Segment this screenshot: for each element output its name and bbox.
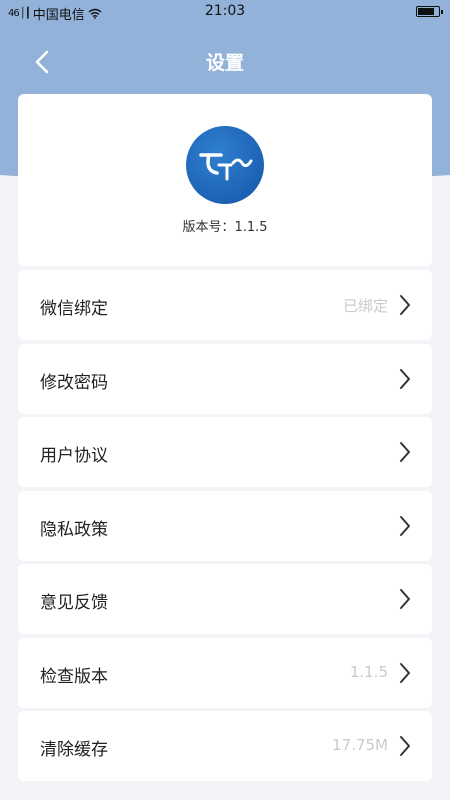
chevron-right-icon [400,515,410,536]
page-title: 设置 [205,52,244,74]
version-label: 版本号：1.1.5 [182,220,268,235]
chevron-right-icon [400,368,410,389]
chevron-right-icon [400,736,410,756]
settings-row-value: 1.1.5 [349,662,388,681]
settings-row-label: 用户协议 [40,446,108,466]
settings-row[interactable]: 检查版本 1.1.5 [18,637,432,708]
settings-row-label: 意见反馈 [40,593,108,613]
settings-row-label: 清除缓存 [40,740,108,760]
nav-bar: 设置 [0,38,450,84]
status-time: 21:03 [204,3,246,19]
settings-row[interactable]: 修改密码 [18,343,432,414]
settings-row-label: 修改密码 [40,372,108,393]
settings-row[interactable]: 隐私政策 [18,490,432,561]
settings-row[interactable]: 清除缓存 17.75M [18,711,432,781]
status-bar: 46 │┃ 中国电信 21:03 [0,0,450,24]
settings-row[interactable]: 用户协议 [18,417,432,487]
battery-icon [416,6,443,17]
app-logo-icon [186,126,264,204]
chevron-right-icon [400,589,410,609]
chevron-right-icon [400,662,410,683]
settings-row[interactable]: 意见反馈 [18,564,432,634]
settings-row[interactable]: 微信绑定 已绑定 [18,270,432,340]
about-card: 版本号：1.1.5 [18,94,432,266]
settings-row-label: 隐私政策 [40,519,108,540]
settings-row-label: 微信绑定 [40,299,108,319]
chevron-right-icon [400,295,410,315]
settings-row-label: 检查版本 [40,666,108,687]
chevron-right-icon [400,442,410,462]
settings-row-value: 17.75M [332,736,388,754]
settings-row-value: 已绑定 [342,297,388,315]
